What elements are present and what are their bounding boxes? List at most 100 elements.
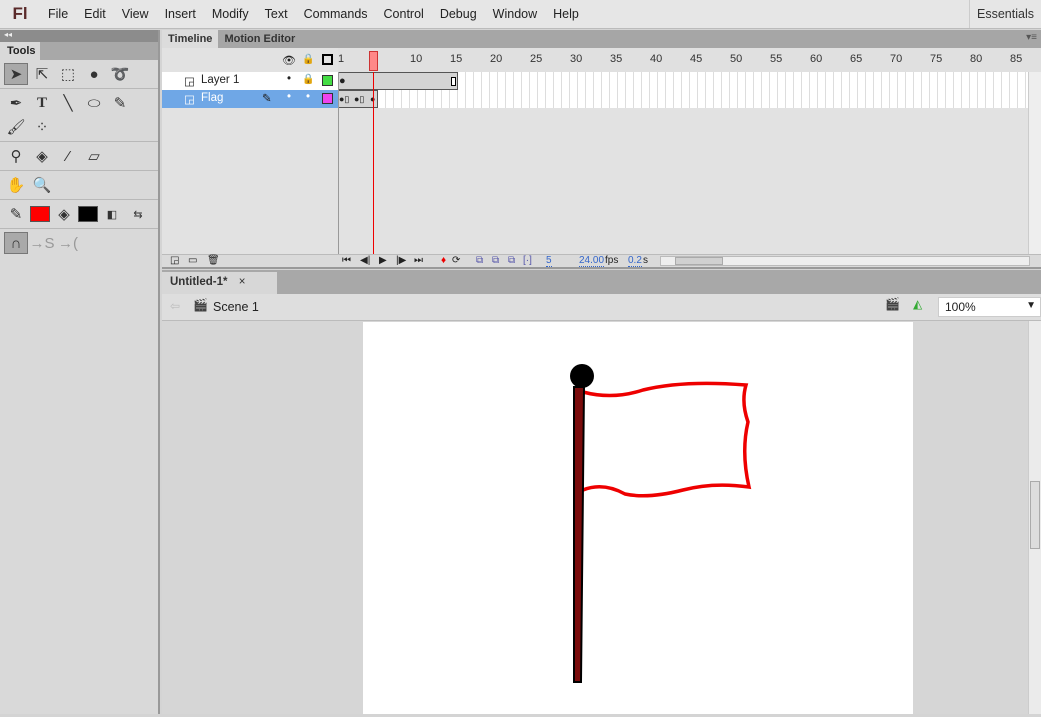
elapsed-time[interactable]: 0.2 — [628, 255, 642, 267]
stroke-color-swatch[interactable] — [30, 206, 50, 222]
lasso-tool-icon[interactable]: ➰ — [108, 63, 132, 85]
layer-row-flag[interactable]: ◲ Flag ✎ • • — [162, 90, 338, 108]
current-frame[interactable]: 5 — [546, 255, 552, 267]
stage-vscroll[interactable] — [1028, 321, 1041, 714]
show-hide-all-icon[interactable]: 👁 — [282, 54, 296, 67]
playhead-line — [373, 72, 374, 254]
outline-all-icon[interactable] — [322, 54, 333, 65]
tools-tab[interactable]: Tools — [0, 42, 40, 60]
workspace-switcher[interactable]: Essentials — [969, 0, 1041, 28]
edit-scene-icon[interactable]: 🎬 — [885, 297, 900, 311]
free-transform-tool-icon[interactable]: ⬚ — [56, 63, 80, 85]
smooth-icon[interactable]: →S — [30, 232, 55, 254]
first-frame-icon[interactable]: ⏮ — [342, 255, 351, 266]
edit-symbols-icon[interactable]: ◭ — [913, 297, 922, 311]
menu-view[interactable]: View — [114, 7, 157, 21]
layer-name[interactable]: Layer 1 — [201, 74, 239, 86]
flag-cloth[interactable] — [582, 381, 752, 498]
visible-dot[interactable]: • — [287, 73, 291, 85]
menu-window[interactable]: Window — [485, 7, 545, 21]
pencil-tool-icon[interactable]: ✎ — [108, 92, 132, 114]
pencil-icon: ✎ — [262, 93, 272, 105]
line-tool-icon[interactable]: ╲ — [56, 92, 80, 114]
scene-label[interactable]: Scene 1 — [213, 300, 259, 314]
edit-multiple-icon[interactable]: ⧉ — [508, 255, 515, 266]
tab-timeline[interactable]: Timeline — [162, 30, 219, 48]
frame-rate[interactable]: 24.00 — [579, 255, 605, 267]
center-frame-icon[interactable]: ♦ — [441, 255, 446, 266]
zoom-tool-icon[interactable]: 🔍 — [30, 174, 54, 196]
last-frame-icon[interactable]: ⏭ — [414, 255, 423, 266]
menu-file[interactable]: File — [40, 7, 76, 21]
menu-control[interactable]: Control — [376, 7, 432, 21]
playhead[interactable] — [369, 51, 378, 71]
scene-clapper-icon: 🎬 — [193, 298, 208, 312]
selection-tool-icon[interactable]: ➤ — [4, 63, 28, 85]
ruler-tick-label: 65 — [850, 53, 863, 65]
brush-tool-icon[interactable]: 🖌 — [4, 116, 28, 138]
outline-color-swatch[interactable] — [322, 75, 333, 86]
stroke-color-icon: ✎ — [9, 206, 23, 223]
menu-commands[interactable]: Commands — [296, 7, 376, 21]
menu-text[interactable]: Text — [257, 7, 296, 21]
layer-row-layer1[interactable]: ◲ Layer 1 • 🔒 — [162, 72, 338, 90]
panel-menu-icon[interactable]: ▾≡ — [1026, 32, 1037, 43]
keyframe-icon: ●▯ — [354, 94, 365, 104]
zoom-select[interactable]: 100% ▼ — [938, 297, 1041, 317]
default-colors-icon[interactable]: ◧ — [100, 203, 124, 225]
scroll-thumb[interactable] — [1030, 481, 1040, 549]
new-folder-icon[interactable]: ▭ — [188, 255, 197, 266]
straighten-icon[interactable]: →( — [56, 232, 80, 254]
layer-name[interactable]: Flag — [201, 92, 223, 104]
flag-pole[interactable] — [573, 386, 586, 683]
paint-bucket-tool-icon[interactable]: ◈ — [30, 145, 54, 167]
swap-colors-icon[interactable]: ⇆ — [126, 203, 150, 225]
menu-edit[interactable]: Edit — [76, 7, 114, 21]
fill-color-swatch[interactable] — [78, 206, 98, 222]
hand-tool-icon[interactable]: ✋ — [4, 174, 28, 196]
lock-icon[interactable]: 🔒 — [302, 74, 314, 85]
close-tab-icon[interactable]: × — [239, 276, 246, 288]
modify-markers-icon[interactable]: [·] — [523, 255, 532, 266]
layer1-frames[interactable]: ● — [338, 72, 1028, 90]
lock-dot[interactable]: • — [306, 91, 310, 103]
ruler-tick-label: 60 — [810, 53, 823, 65]
timeline-vscroll[interactable] — [1028, 72, 1041, 254]
loop-icon[interactable]: ⟳ — [452, 255, 460, 266]
onion-outline-icon[interactable]: ⧉ — [492, 255, 499, 266]
flag-drawing[interactable] — [363, 322, 913, 714]
new-layer-icon[interactable]: ◲ — [170, 255, 179, 266]
flag-frames[interactable]: ●▯ ●▯ ● — [338, 90, 1028, 108]
next-frame-icon[interactable]: |▶ — [396, 255, 406, 266]
frame-ruler[interactable]: 1510152025303540455055606570758085 — [338, 48, 1041, 72]
deco-tool-icon[interactable]: ⁘ — [30, 116, 54, 138]
play-icon[interactable]: ▶ — [379, 255, 387, 266]
3d-rotation-tool-icon[interactable]: ● — [82, 63, 106, 85]
prev-frame-icon[interactable]: ◀| — [360, 255, 370, 266]
snap-to-objects-icon[interactable]: ∩ — [4, 232, 28, 254]
document-tab[interactable]: Untitled-1* × — [162, 272, 277, 294]
pole-ball[interactable] — [570, 364, 594, 388]
eraser-tool-icon[interactable]: ▱ — [82, 145, 106, 167]
text-tool-icon[interactable]: T — [30, 92, 54, 114]
menu-debug[interactable]: Debug — [432, 7, 485, 21]
oval-tool-icon[interactable]: ⬭ — [82, 92, 106, 114]
menu-modify[interactable]: Modify — [204, 7, 257, 21]
lock-all-icon[interactable]: 🔒 — [302, 54, 314, 65]
stage[interactable] — [363, 322, 913, 714]
collapse-icon[interactable]: ◂◂ — [0, 30, 158, 42]
menu-insert[interactable]: Insert — [157, 7, 204, 21]
bone-tool-icon[interactable]: ⚲ — [4, 145, 28, 167]
pen-tool-icon[interactable]: ✒ — [4, 92, 28, 114]
tab-motion-editor[interactable]: Motion Editor — [218, 30, 301, 48]
delete-icon[interactable]: 🗑 — [207, 255, 220, 266]
visible-dot[interactable]: • — [287, 91, 291, 103]
timeline-hscroll[interactable] — [660, 256, 1030, 266]
back-arrow-icon[interactable]: ⇦ — [170, 299, 180, 313]
menu-help[interactable]: Help — [545, 7, 587, 21]
outline-color-swatch[interactable] — [322, 93, 333, 104]
eyedropper-tool-icon[interactable]: ⁄ — [56, 145, 80, 167]
subselection-tool-icon[interactable]: ⇱ — [30, 63, 54, 85]
time-unit: s — [643, 255, 648, 266]
onion-skin-icon[interactable]: ⧉ — [476, 255, 483, 266]
